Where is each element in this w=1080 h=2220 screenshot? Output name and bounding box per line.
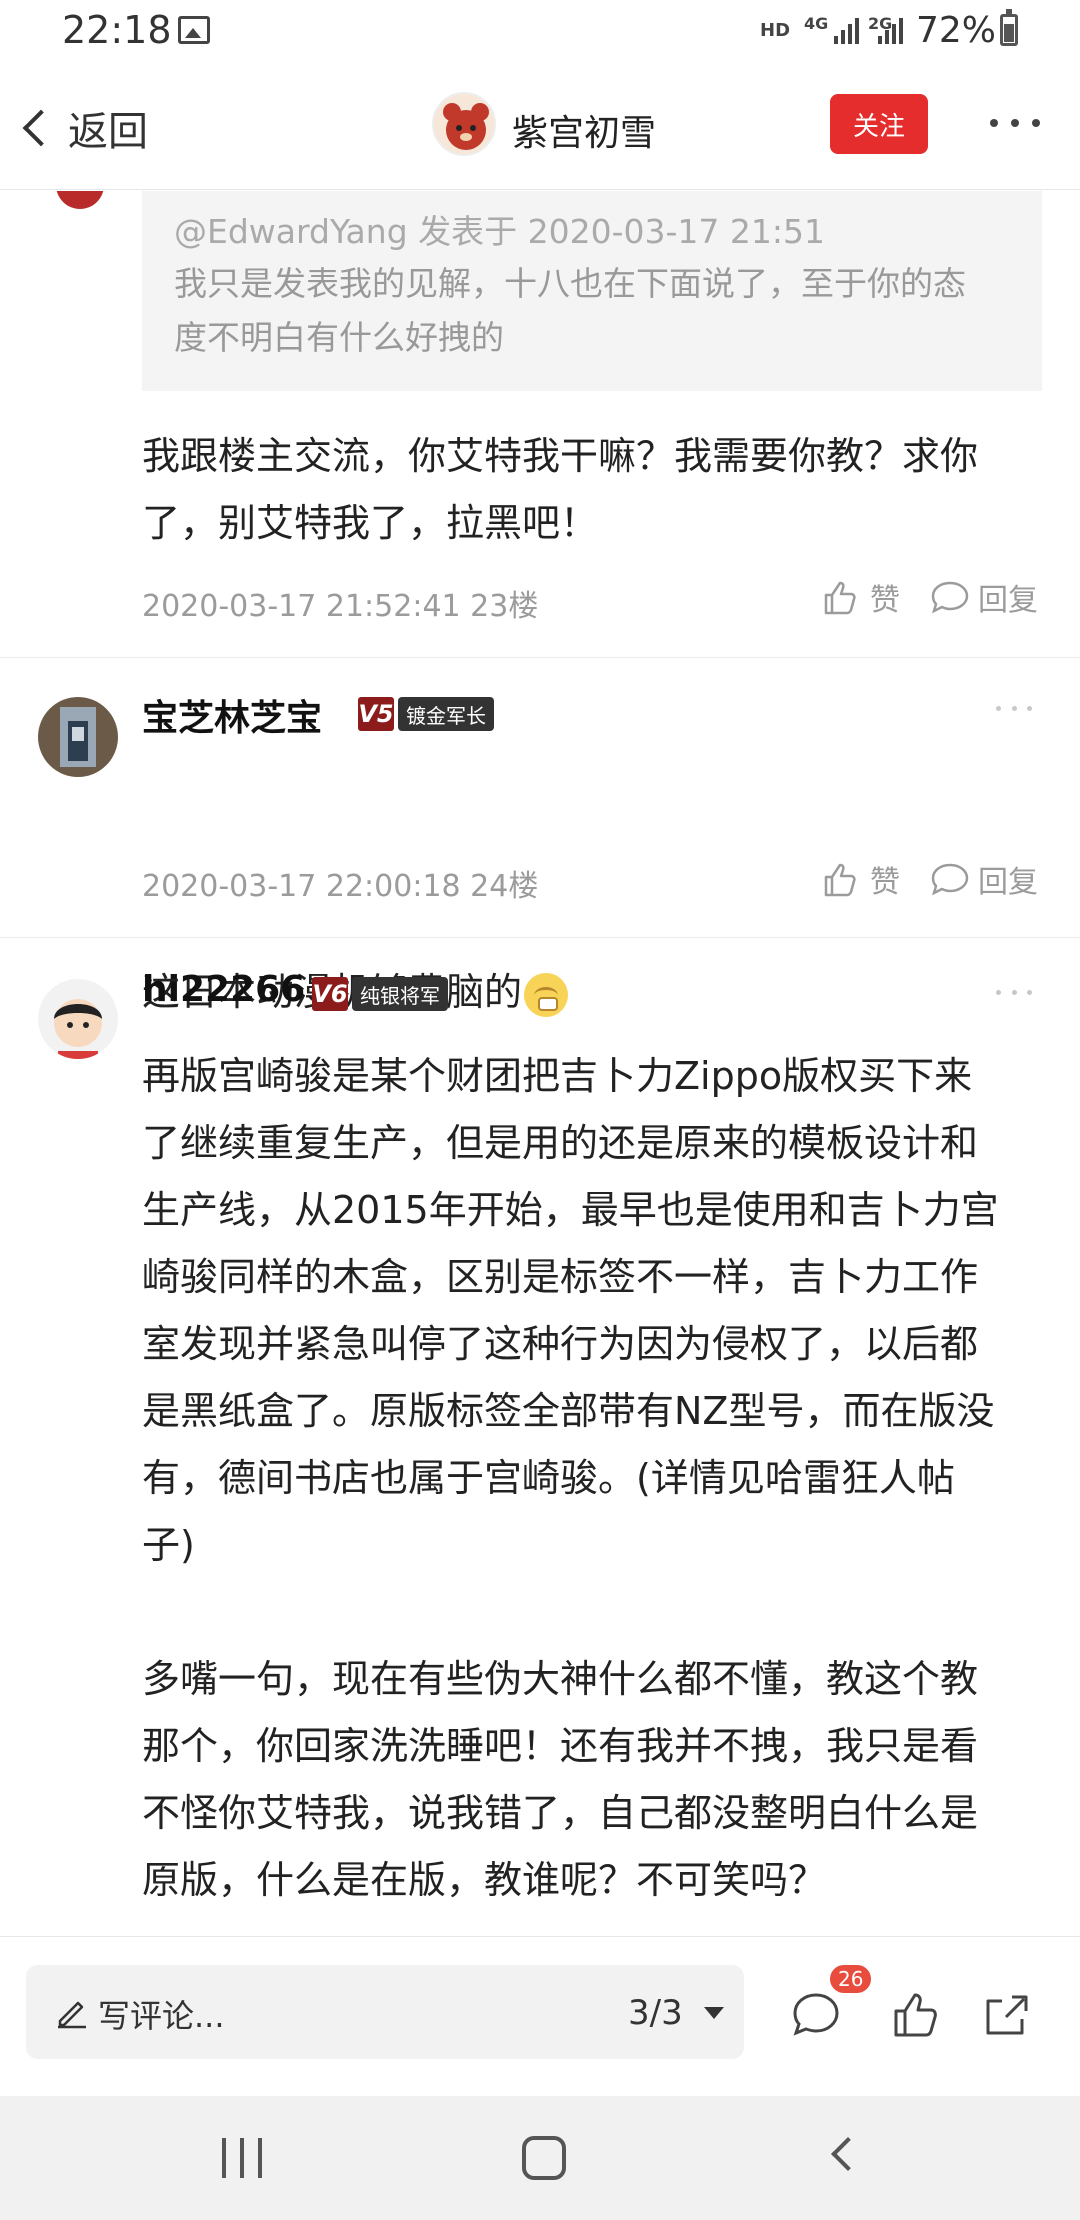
home-button[interactable] <box>522 2136 566 2180</box>
comment-body: 再版宫崎骏是某个财团把吉卜力Zippo版权买下来 了继续重复生产，但是用的还是原… <box>142 1043 1042 1914</box>
system-nav-bar <box>0 2096 1080 2220</box>
comment-line: 那个，你回家洗洗睡吧！还有我并不拽，我只是看 <box>142 1724 979 1768</box>
thumbs-up-icon[interactable] <box>890 1989 942 2041</box>
comment-line: 子) <box>142 1523 195 1567</box>
speech-bubble-icon <box>931 863 969 896</box>
more-options-button[interactable] <box>990 108 1040 138</box>
thumbs-up-icon <box>824 863 856 897</box>
comment-author[interactable]: 宝芝林芝宝 <box>142 689 322 741</box>
signal-icon <box>834 14 864 44</box>
chevron-left-icon <box>22 109 60 147</box>
quote-meta: @EdwardYang 发表于 2020-03-17 21:51 <box>174 212 825 251</box>
system-back-button[interactable] <box>831 2137 865 2171</box>
rank-badge: 纯银将军 <box>352 977 448 1011</box>
comment-thread: @EdwardYang 发表于 2020-03-17 21:51 我只是发表我的… <box>0 191 1080 1935</box>
comment-line: 了，别艾特我了，拉黑吧！ <box>142 501 599 545</box>
comment-line: 生产线，从2015年开始，最早也是使用和吉卜力宫 <box>142 1188 999 1232</box>
comment-line: 多嘴一句，现在有些伪大神什么都不懂，教这个教 <box>142 1657 979 1701</box>
more-dots-icon <box>990 119 998 127</box>
comment-author[interactable]: hi22266 <box>142 969 305 1010</box>
comment-count-badge: 26 <box>828 1963 874 1995</box>
vip-badge: V5 <box>358 697 394 731</box>
image-notification-icon <box>178 16 210 44</box>
like-label: 赞 <box>870 865 900 900</box>
comment-more-button[interactable] <box>996 987 1032 997</box>
comment-meta: 2020-03-17 22:00:18 24楼 <box>142 869 539 904</box>
status-bar: 22:18 HD 4G 2G 72% <box>0 0 1080 64</box>
reply-label: 回复 <box>978 865 1038 900</box>
comment-line: 室发现并紧急叫停了这种行为因为侵权了，以后都 <box>142 1322 979 1366</box>
like-label: 赞 <box>870 583 900 618</box>
comment-placeholder: 写评论... <box>98 1997 225 2035</box>
comment-line: 有，德间书店也属于宫崎骏。(详情见哈雷狂人帖 <box>142 1456 955 1500</box>
comment-line: 原版，什么是在版，教谁呢？不可笑吗？ <box>142 1858 827 1902</box>
comment-line: 我跟楼主交流，你艾特我干嘛？我需要你教？求你 <box>142 434 979 478</box>
comment-line <box>142 1579 1042 1646</box>
avatar[interactable] <box>38 979 118 1059</box>
comment-line: 再版宫崎骏是某个财团把吉卜力Zippo版权买下来 <box>142 1054 973 1098</box>
share-icon[interactable] <box>980 1989 1032 2041</box>
vip-badge: V6 <box>312 977 348 1011</box>
comment-input[interactable]: 写评论... 3/3 <box>26 1965 744 2059</box>
emoji-icon <box>524 972 569 1017</box>
top-header: 返回 紫宫初雪 关注 <box>0 64 1080 190</box>
comment-body: 我跟楼主交流，你艾特我干嘛？我需要你教？求你 了，别艾特我了，拉黑吧！ <box>142 423 1042 557</box>
back-button[interactable]: 返回 <box>18 100 148 156</box>
avatar[interactable] <box>38 697 118 777</box>
comments-icon[interactable] <box>790 1989 842 2041</box>
hd-indicator: HD <box>760 20 791 41</box>
pencil-icon <box>58 2001 86 2029</box>
rank-badge: 镀金军长 <box>398 697 494 731</box>
comment-line: 不怪你艾特我，说我错了，自己都没整明白什么是 <box>142 1791 979 1835</box>
signal-icon-2 <box>878 14 908 44</box>
thumbs-up-icon <box>824 581 856 615</box>
back-label: 返回 <box>68 109 148 155</box>
author-avatar[interactable] <box>432 92 496 156</box>
speech-bubble-icon <box>931 581 969 614</box>
reply-button[interactable]: 回复 <box>930 857 1038 901</box>
comment-meta: 2020-03-17 21:52:41 23楼 <box>142 589 539 624</box>
quote-line: 我只是发表我的见解，十八也在下面说了，至于你的态 <box>174 264 966 303</box>
divider <box>0 657 1080 658</box>
divider <box>0 937 1080 938</box>
comment-line: 了继续重复生产，但是用的还是原来的模板设计和 <box>142 1121 979 1165</box>
chevron-down-icon[interactable] <box>704 2007 724 2019</box>
follow-button[interactable]: 关注 <box>830 94 928 154</box>
bottom-action-bar: 写评论... 3/3 26 <box>0 1936 1080 2096</box>
clipped-avatar <box>56 191 104 209</box>
quoted-comment[interactable]: @EdwardYang 发表于 2020-03-17 21:51 我只是发表我的… <box>142 191 1042 391</box>
reply-button[interactable]: 回复 <box>930 575 1038 619</box>
page-indicator[interactable]: 3/3 <box>628 1993 683 2033</box>
comment-more-button[interactable] <box>996 703 1032 713</box>
status-time: 22:18 <box>62 8 172 52</box>
quote-line: 度不明白有什么好拽的 <box>174 318 504 357</box>
network-4g-label: 4G <box>804 14 829 33</box>
like-button[interactable]: 赞 <box>820 857 900 901</box>
battery-percent: 72% <box>916 10 997 51</box>
reply-label: 回复 <box>978 583 1038 618</box>
battery-icon <box>1000 9 1018 46</box>
comment-line: 是黑纸盒了。原版标签全部带有NZ型号，而在版没 <box>142 1389 995 1433</box>
comment-line: 崎骏同样的木盒，区别是标签不一样，吉卜力工作 <box>142 1255 979 1299</box>
recents-button[interactable] <box>222 2138 262 2178</box>
author-name[interactable]: 紫宫初雪 <box>512 104 656 156</box>
like-button[interactable]: 赞 <box>820 575 900 619</box>
